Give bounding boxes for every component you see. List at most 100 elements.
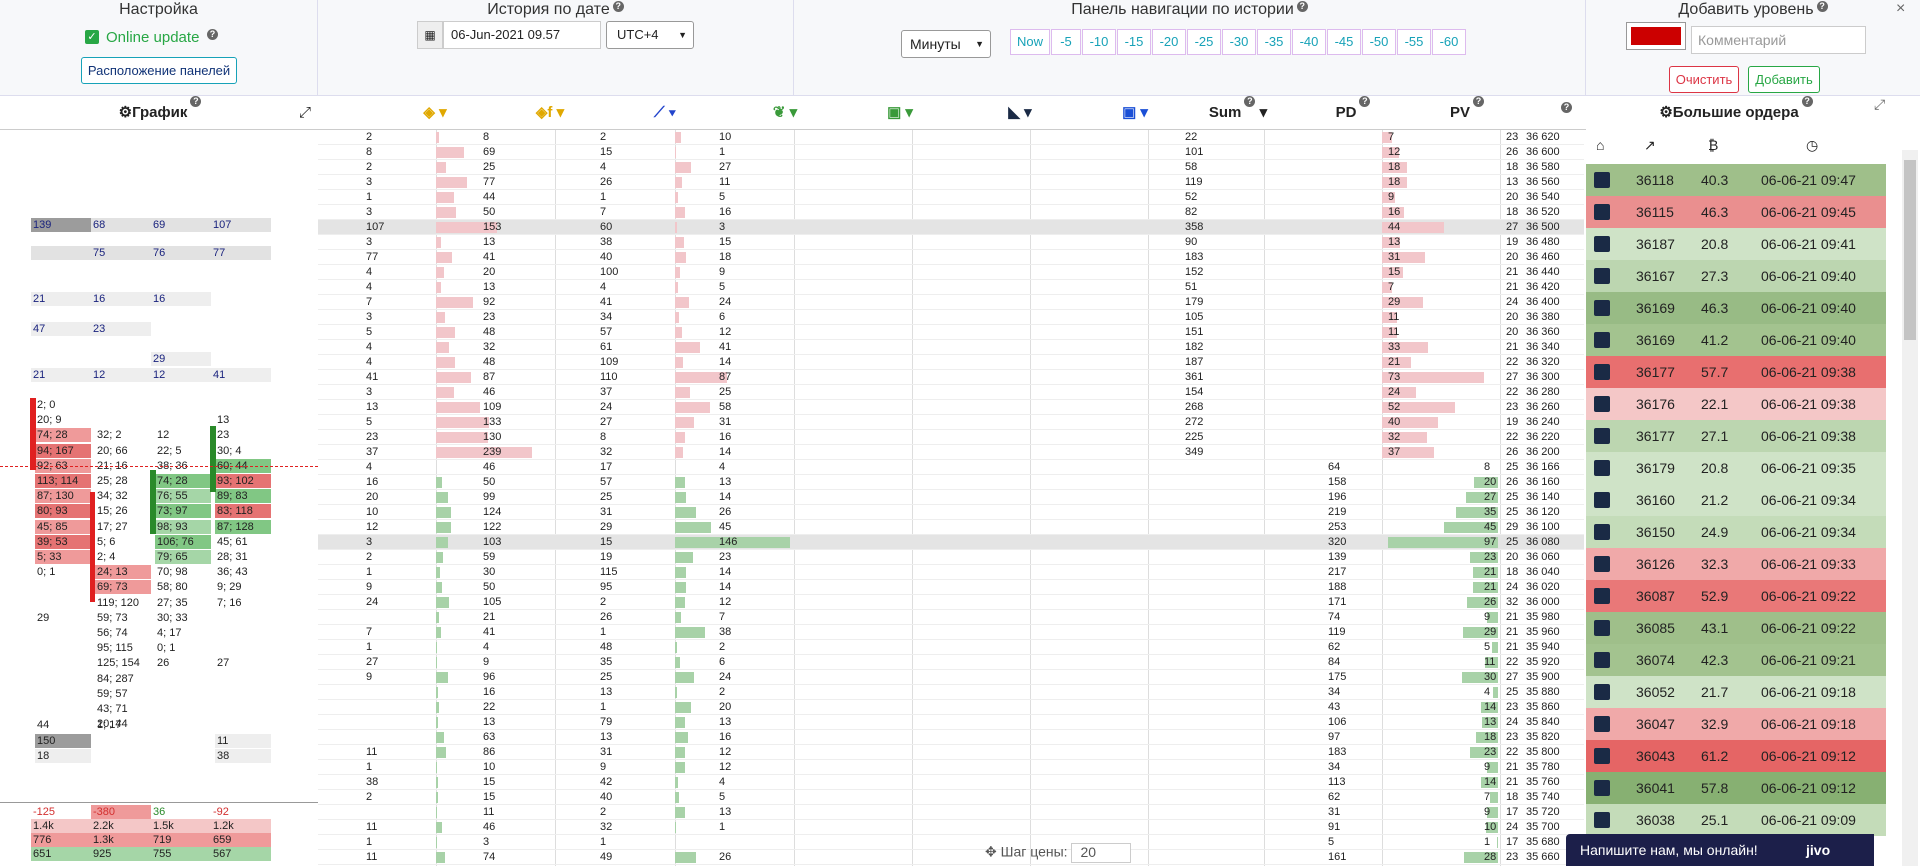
cluster-cell: 38 bbox=[215, 748, 271, 763]
leaf-icon[interactable]: ❦ ▾ bbox=[760, 96, 810, 130]
clear-button[interactable]: Очистить bbox=[1669, 66, 1739, 93]
nav-button[interactable]: -55 bbox=[1397, 29, 1431, 55]
nav-button[interactable]: -50 bbox=[1362, 29, 1396, 55]
date-input[interactable]: 06-Jun-2021 09.57 bbox=[443, 21, 601, 49]
unit-select[interactable]: Минуты ▼ bbox=[901, 30, 991, 58]
big-order-row[interactable]: 36087 52.9 06-06-21 09:22 bbox=[1586, 580, 1886, 612]
price-step-input[interactable]: 20 bbox=[1071, 843, 1132, 863]
bar bbox=[675, 207, 685, 218]
big-order-row[interactable]: 36179 20.8 06-06-21 09:35 bbox=[1586, 452, 1886, 484]
level-cell: 139 bbox=[31, 218, 91, 232]
big-order-price: 36179 bbox=[1636, 460, 1675, 476]
help-icon[interactable]: ? bbox=[207, 29, 218, 40]
price-cell: 36 620 bbox=[1526, 131, 1560, 143]
big-order-row[interactable]: 36177 27.1 06-06-21 09:38 bbox=[1586, 420, 1886, 452]
color-picker[interactable] bbox=[1626, 22, 1686, 50]
big-order-row[interactable]: 36085 43.1 06-06-21 09:22 bbox=[1586, 612, 1886, 644]
sum-cell: 34 bbox=[1328, 686, 1341, 698]
big-order-row[interactable]: 36169 41.2 06-06-21 09:40 bbox=[1586, 324, 1886, 356]
volume-cell: 719 bbox=[151, 833, 211, 847]
pv-cell: 24 bbox=[1506, 581, 1519, 593]
bitmex-icon[interactable]: ⟋ ▾ bbox=[640, 96, 690, 130]
table-row: 36 4007924124179292436 400 bbox=[318, 295, 1584, 310]
help-icon[interactable]: ? bbox=[1561, 102, 1572, 113]
cell: 12 bbox=[719, 761, 732, 773]
binance-icon[interactable]: ◈ ▾ bbox=[410, 96, 460, 130]
nav-button[interactable]: -35 bbox=[1257, 29, 1291, 55]
sum-header[interactable]: Sum? ▾ bbox=[1198, 96, 1278, 130]
cell: 13 bbox=[600, 731, 613, 743]
cell: 16 bbox=[719, 731, 732, 743]
big-order-row[interactable]: 36038 25.1 06-06-21 09:09 bbox=[1586, 804, 1886, 836]
cell: 11 bbox=[366, 821, 378, 833]
level-cell: 75 bbox=[91, 246, 151, 260]
big-order-row[interactable]: 36043 61.2 06-06-21 09:12 bbox=[1586, 740, 1886, 772]
chat-widget[interactable]: Напишите нам, мы онлайн! jivo bbox=[1566, 834, 1874, 866]
expand-icon[interactable]: ⤢ bbox=[295, 96, 315, 130]
big-order-row[interactable]: 36041 57.8 06-06-21 09:12 bbox=[1586, 772, 1886, 804]
nav-button[interactable]: -60 bbox=[1432, 29, 1466, 55]
big-order-row[interactable]: 36177 57.7 06-06-21 09:38 bbox=[1586, 356, 1886, 388]
price-cell: 36 220 bbox=[1526, 431, 1560, 443]
cell: 42 bbox=[600, 776, 613, 788]
big-order-row[interactable]: 36047 32.9 06-06-21 09:18 bbox=[1586, 708, 1886, 740]
table-row: 35 80011863112183232235 800 bbox=[318, 745, 1584, 760]
cell: 1 bbox=[600, 626, 607, 638]
big-order-time: 06-06-21 09:09 bbox=[1761, 812, 1856, 828]
pv-cell: 22 bbox=[1506, 386, 1519, 398]
online-update-checkbox[interactable]: ✓ bbox=[85, 30, 99, 44]
big-order-row[interactable]: 36160 21.2 06-06-21 09:34 bbox=[1586, 484, 1886, 516]
nav-button[interactable]: -15 bbox=[1117, 29, 1151, 55]
cell: 46 bbox=[483, 821, 496, 833]
bar bbox=[436, 372, 471, 383]
coinbase-icon[interactable]: ▣ ▾ bbox=[1110, 96, 1160, 130]
cell: 2 bbox=[719, 641, 726, 653]
sum-cell: 219 bbox=[1328, 506, 1347, 518]
table-row: 36 52035071682161836 520 bbox=[318, 205, 1584, 220]
big-order-row[interactable]: 36150 24.9 06-06-21 09:34 bbox=[1586, 516, 1886, 548]
nav-button[interactable]: Now bbox=[1010, 29, 1050, 55]
expand-icon[interactable]: ⤢ bbox=[1874, 96, 1885, 113]
big-order-row[interactable]: 36126 32.3 06-06-21 09:33 bbox=[1586, 548, 1886, 580]
nav-button[interactable]: -20 bbox=[1152, 29, 1186, 55]
big-order-row[interactable]: 36187 20.8 06-06-21 09:41 bbox=[1586, 228, 1886, 260]
bar bbox=[675, 792, 679, 803]
big-order-row[interactable]: 36052 21.7 06-06-21 09:18 bbox=[1586, 676, 1886, 708]
big-order-row[interactable]: 36115 46.3 06-06-21 09:45 bbox=[1586, 196, 1886, 228]
big-order-row[interactable]: 36074 42.3 06-06-21 09:21 bbox=[1586, 644, 1886, 676]
big-order-row[interactable]: 36167 27.3 06-06-21 09:40 bbox=[1586, 260, 1886, 292]
exchange-b-icon[interactable]: ▣ ▾ bbox=[875, 96, 925, 130]
cell: 5 bbox=[366, 416, 373, 428]
nav-button[interactable]: -40 bbox=[1292, 29, 1326, 55]
big-order-row[interactable]: 36176 22.1 06-06-21 09:38 bbox=[1586, 388, 1886, 420]
panels-layout-button[interactable]: Расположение панелей bbox=[81, 57, 237, 84]
calendar-icon[interactable]: ▦ bbox=[417, 21, 443, 49]
cluster-cell: 93; 102 bbox=[215, 474, 271, 488]
comment-input[interactable]: Комментарий bbox=[1691, 26, 1866, 54]
cluster-cell: 9; 29 bbox=[217, 581, 242, 594]
big-order-row[interactable]: 36169 46.3 06-06-21 09:40 bbox=[1586, 292, 1886, 324]
add-button[interactable]: Добавить bbox=[1748, 66, 1820, 93]
price-cell: 35 780 bbox=[1526, 761, 1560, 773]
nav-button[interactable]: -5 bbox=[1051, 29, 1081, 55]
cell: 31 bbox=[719, 416, 732, 428]
big-order-row[interactable]: 36118 40.3 06-06-21 09:47 bbox=[1586, 164, 1886, 196]
close-icon[interactable]: × bbox=[1896, 0, 1905, 18]
scrollbar[interactable] bbox=[1902, 150, 1918, 866]
binance-futures-icon[interactable]: ◈f ▾ bbox=[520, 96, 580, 130]
cell: 9 bbox=[719, 266, 726, 278]
volume-cell: 925 bbox=[91, 847, 151, 861]
nav-button[interactable]: -45 bbox=[1327, 29, 1361, 55]
cell: 2 bbox=[366, 161, 373, 173]
big-order-volume: 25.1 bbox=[1701, 812, 1729, 828]
pv-cell: 20 bbox=[1506, 251, 1519, 263]
exchange-icon bbox=[1594, 524, 1610, 540]
nav-button[interactable]: -30 bbox=[1222, 29, 1256, 55]
nav-button[interactable]: -25 bbox=[1187, 29, 1221, 55]
exchange-t-icon[interactable]: ◣ ▾ bbox=[995, 96, 1045, 130]
candle-body bbox=[210, 426, 216, 492]
cell: 22 bbox=[483, 701, 496, 713]
nav-button[interactable]: -10 bbox=[1082, 29, 1116, 55]
cell: 2 bbox=[600, 806, 607, 818]
timezone-select[interactable]: UTC+4 ▼ bbox=[606, 21, 694, 49]
